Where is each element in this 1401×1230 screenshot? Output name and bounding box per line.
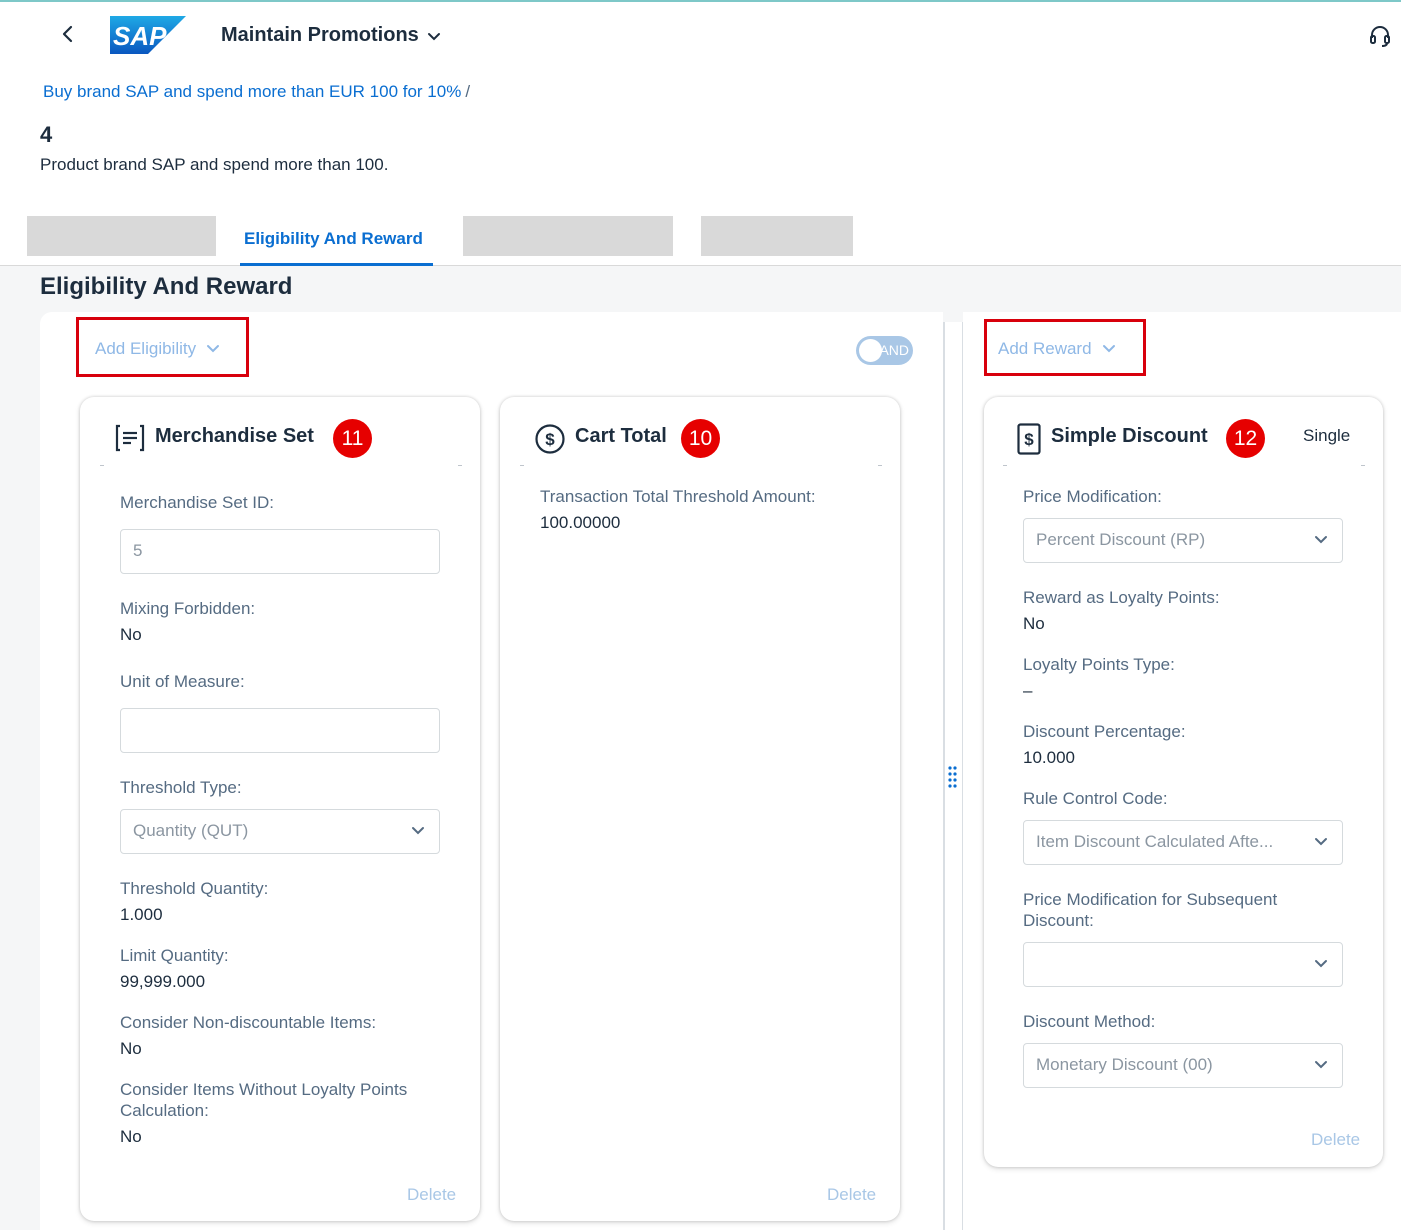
and-or-toggle[interactable]: AND [856,336,913,365]
help-button[interactable] [1368,24,1392,53]
add-reward-button[interactable]: Add Reward [998,339,1116,359]
chevron-down-icon [1315,1061,1327,1069]
app-title-menu[interactable]: Maintain Promotions [221,24,441,47]
chevron-left-icon [62,25,73,43]
field-label: Transaction Total Threshold Amount: [540,487,816,506]
field-value: No [120,625,142,644]
dollar-icon: $ [534,423,566,460]
add-eligibility-button[interactable]: Add Eligibility [95,339,220,359]
tab-active-indicator [240,263,433,266]
chevron-down-icon [1315,960,1327,968]
object-page-header: SAP Maintain Promotions Buy brand SAP an… [0,0,1401,266]
field-label: Discount Method: [1023,1012,1156,1031]
field-label: Calculation: [120,1101,209,1120]
field-label: Reward as Loyalty Points: [1023,588,1220,607]
svg-text:$: $ [1024,430,1034,449]
field-label: Loyalty Points Type: [1023,655,1175,674]
object-subtitle: Product brand SAP and spend more than 10… [40,155,389,174]
card-header-divider [100,465,462,467]
breadcrumb-link[interactable]: Buy brand SAP and spend more than EUR 10… [43,82,461,101]
section-title: Eligibility And Reward [40,273,293,300]
field-label: Rule Control Code: [1023,789,1168,808]
app-title: Maintain Promotions [221,24,419,46]
threshold-type-select[interactable]: Quantity (QUT) [120,809,440,854]
field-value: 10.000 [1023,748,1075,767]
annotation-badge: 12 [1226,419,1265,458]
merchandise-set-id-input[interactable]: 5 [120,529,440,574]
delete-cart-total-button[interactable]: Delete [827,1185,876,1205]
tab-redacted-3[interactable] [701,216,853,256]
simple-discount-title: Simple Discount [1051,425,1208,447]
rule-control-code-select[interactable]: Item Discount Calculated Afte... [1023,820,1343,865]
field-label: Price Modification for Subsequent [1023,890,1278,909]
field-label: Consider Non-discountable Items: [120,1013,377,1032]
breadcrumb-separator: / [465,82,471,101]
sap-logo: SAP [110,16,186,59]
select-value: Percent Discount (RP) [1036,530,1206,549]
select-value: Item Discount Calculated Afte... [1036,832,1274,851]
field-value: No [1023,614,1045,633]
delete-merchandise-set-button[interactable]: Delete [407,1185,456,1205]
chevron-down-icon [1315,838,1327,846]
add-eligibility-label: Add Eligibility [95,339,197,358]
object-title: 4 [40,122,53,147]
merchandise-set-title: Merchandise Set [155,425,314,447]
field-label: Merchandise Set ID: [120,493,275,512]
chevron-down-icon [412,827,424,835]
breadcrumb: Buy brand SAP and spend more than EUR 10… [43,82,470,102]
reward-mode-label: Single [1303,426,1351,445]
chevron-down-icon [1315,536,1327,544]
toggle-label: AND [879,342,909,358]
select-value: Monetary Discount (00) [1036,1055,1213,1074]
field-value: 99,999.000 [120,972,206,991]
field-value: No [120,1039,142,1058]
field-label: Mixing Forbidden: [120,599,256,618]
chevron-down-icon [1102,345,1115,353]
chevron-down-icon [207,345,220,353]
back-button[interactable] [58,22,78,46]
field-label: Unit of Measure: [120,672,245,691]
field-value: 100.00000 [540,513,621,532]
field-label: Discount Percentage: [1023,722,1186,741]
discount-method-select[interactable]: Monetary Discount (00) [1023,1043,1343,1088]
receipt-dollar-icon: $ [1016,422,1042,461]
field-label: Price Modification: [1023,487,1162,506]
chevron-down-icon [427,32,440,40]
add-reward-label: Add Reward [998,339,1092,358]
field-label: Threshold Type: [120,778,242,797]
cart-total-title: Cart Total [575,425,667,447]
annotation-badge: 11 [333,419,372,458]
list-document-icon [114,423,146,458]
annotation-badge: 10 [681,419,720,458]
delete-simple-discount-button[interactable]: Delete [1311,1130,1360,1150]
card-header-divider [1003,465,1365,467]
card-header-divider [520,465,882,467]
tab-redacted-1[interactable] [27,216,216,256]
price-modification-select[interactable]: Percent Discount (RP) [1023,518,1343,563]
select-value: Quantity (QUT) [133,821,249,840]
field-value: No [120,1127,142,1146]
field-label: Limit Quantity: [120,946,229,965]
svg-text:SAP: SAP [113,21,167,51]
tab-redacted-2[interactable] [463,216,673,256]
field-label: Discount: [1023,911,1094,930]
field-label: Consider Items Without Loyalty Points [120,1080,408,1099]
tab-eligibility-and-reward[interactable]: Eligibility And Reward [244,229,423,249]
field-value: – [1023,681,1033,700]
subsequent-price-modification-select[interactable] [1023,942,1343,987]
field-label: Threshold Quantity: [120,879,269,898]
splitter-grip-icon[interactable] [947,765,959,796]
unit-of-measure-input[interactable] [120,708,440,753]
field-value: 1.000 [120,905,163,924]
headset-icon [1370,26,1390,47]
svg-text:$: $ [545,430,555,449]
